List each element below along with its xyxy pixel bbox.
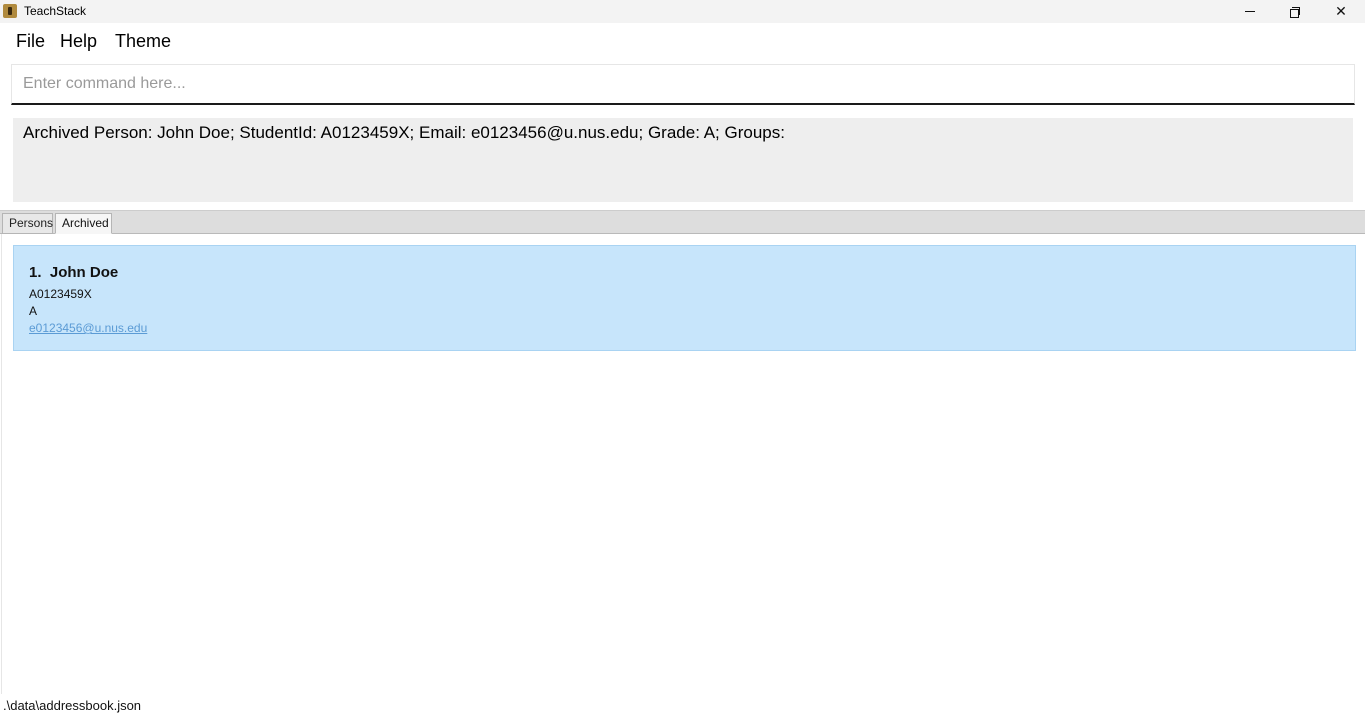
app-logo-icon xyxy=(3,4,17,18)
minimize-icon xyxy=(1245,11,1255,12)
person-name-row: 1. John Doe xyxy=(29,264,118,282)
menu-bar: File Help Theme xyxy=(0,23,1365,60)
tab-archived[interactable]: Archived xyxy=(55,213,112,234)
tab-bar: Persons Archived xyxy=(0,210,1365,234)
result-display: Archived Person: John Doe; StudentId: A0… xyxy=(13,118,1353,202)
command-box xyxy=(11,64,1355,105)
tab-persons[interactable]: Persons xyxy=(2,213,53,234)
person-card[interactable]: 1. John Doe A0123459X A e0123456@u.nus.e… xyxy=(13,245,1356,351)
menu-help[interactable]: Help xyxy=(60,30,97,52)
person-name: John Doe xyxy=(49,264,119,281)
menu-theme[interactable]: Theme xyxy=(115,30,171,52)
status-bar: .\data\addressbook.json xyxy=(0,694,1365,719)
command-input[interactable] xyxy=(12,65,1354,103)
save-file-path: .\data\addressbook.json xyxy=(3,698,142,713)
app-window: TeachStack ✕ File Help Theme Archived Pe… xyxy=(0,0,1365,719)
person-email-link[interactable]: e0123456@u.nus.edu xyxy=(29,321,147,336)
menu-file[interactable]: File xyxy=(16,30,45,52)
person-index: 1. xyxy=(29,264,42,281)
person-grade: A xyxy=(29,304,38,318)
minimize-button[interactable] xyxy=(1227,0,1273,23)
close-button[interactable]: ✕ xyxy=(1318,0,1364,23)
close-icon: ✕ xyxy=(1335,3,1347,19)
person-student-id: A0123459X xyxy=(29,287,92,301)
restore-icon xyxy=(1290,6,1300,18)
restore-button[interactable] xyxy=(1272,0,1318,23)
archived-person-list[interactable]: 1. John Doe A0123459X A e0123456@u.nus.e… xyxy=(1,234,1365,694)
window-title: TeachStack xyxy=(24,4,87,18)
title-bar[interactable]: TeachStack ✕ xyxy=(0,0,1365,23)
